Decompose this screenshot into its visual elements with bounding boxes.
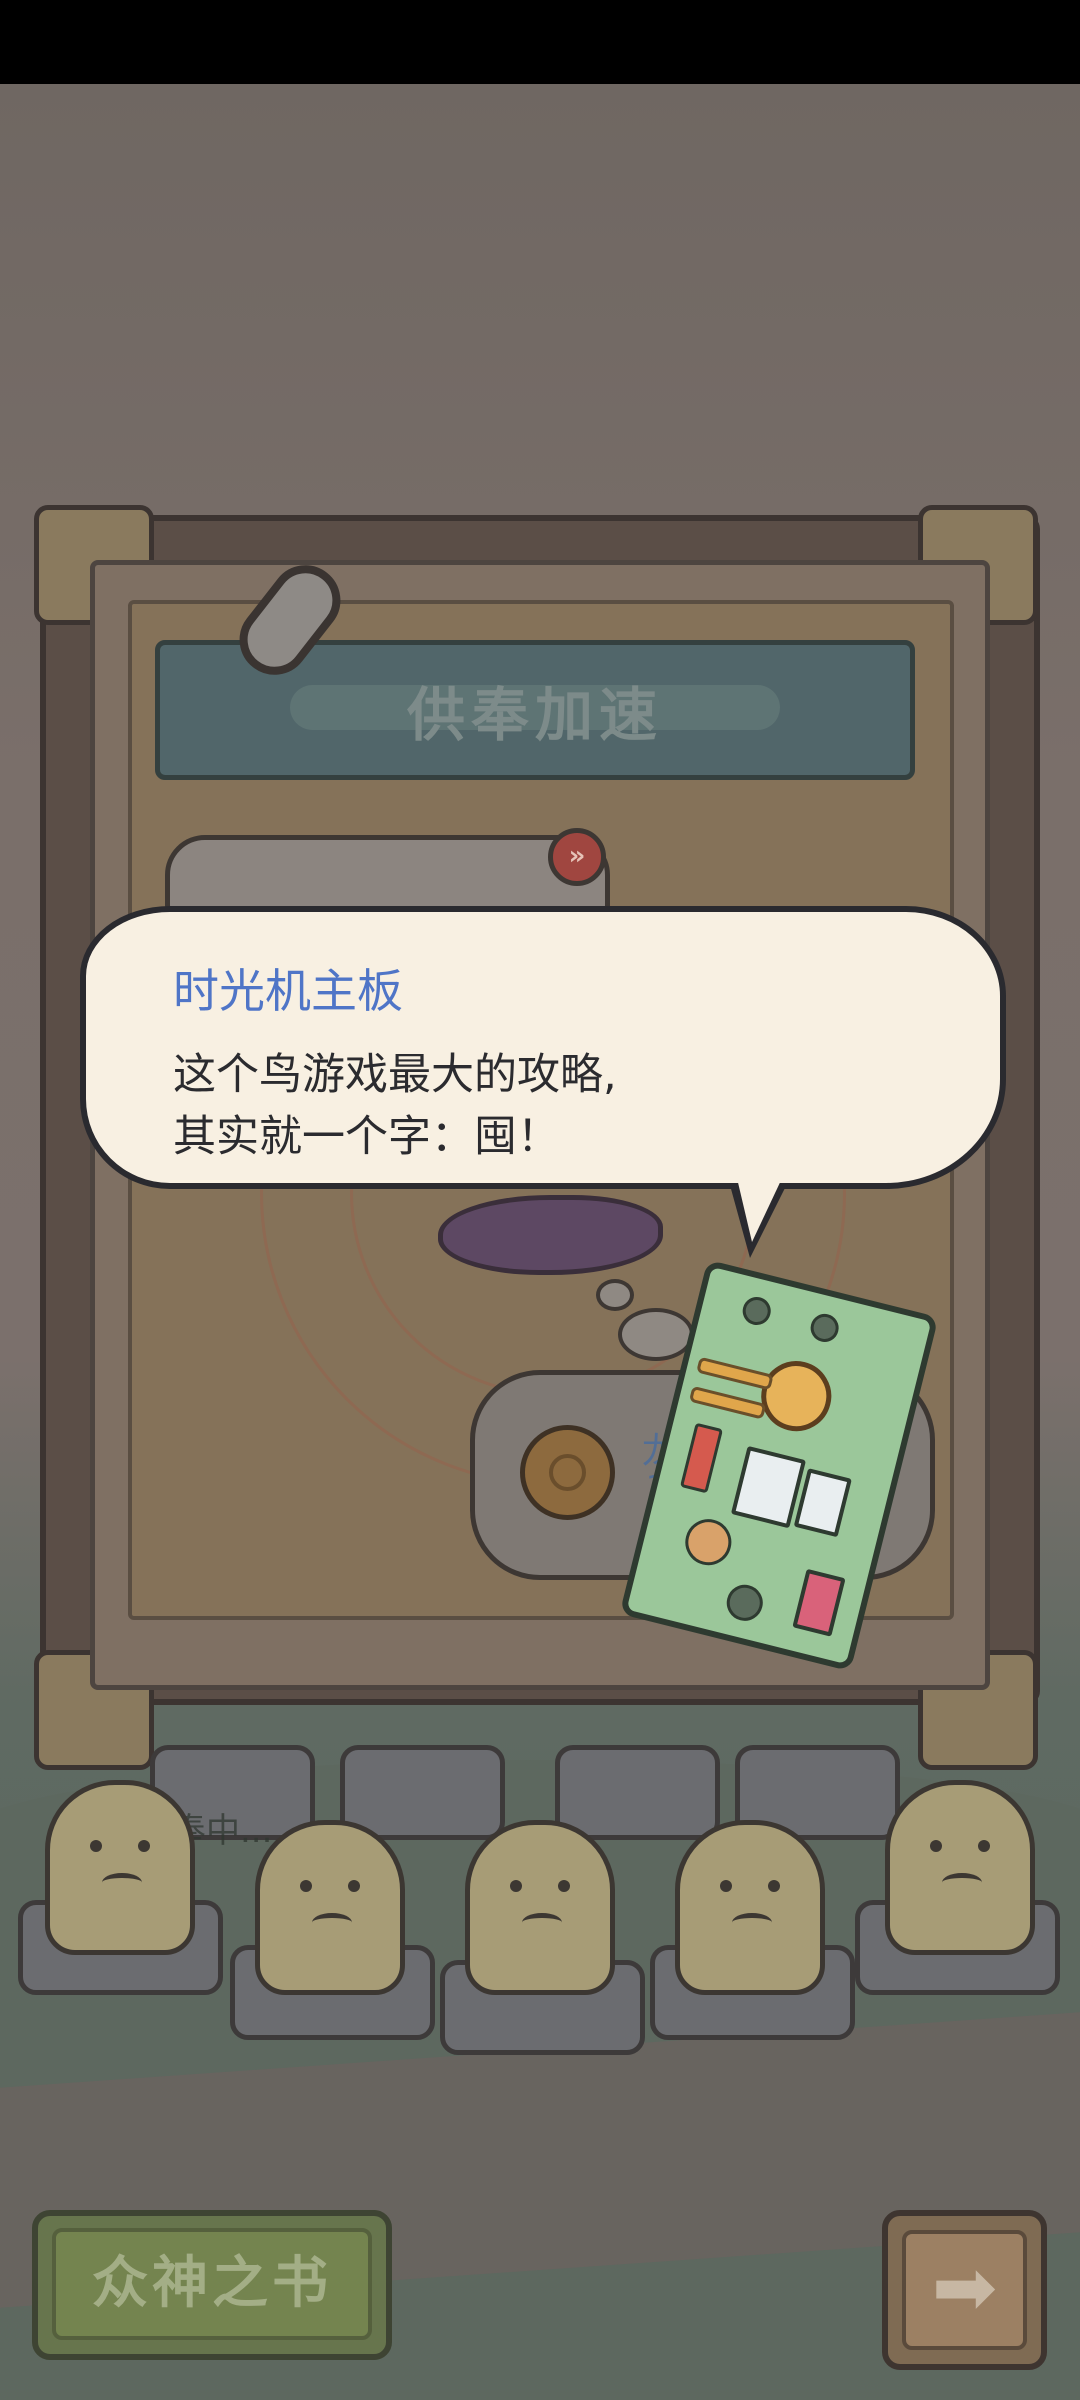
ghost-worshipper[interactable] <box>885 1780 1035 1955</box>
ghost-worshipper[interactable] <box>45 1780 195 1955</box>
ghost-worshipper[interactable] <box>255 1820 405 1995</box>
pcb-capacitor <box>680 1514 737 1571</box>
pcb-knob <box>722 1580 767 1625</box>
dialog-line-2: 其实就一个字：囤！ <box>173 1112 560 1162</box>
pcb-dial <box>753 1353 839 1439</box>
thought-bubble-medium <box>618 1308 694 1361</box>
book-of-gods-label[interactable]: 众神之书 <box>52 2228 372 2340</box>
pcb-chip <box>730 1445 807 1529</box>
thought-bubble-small <box>596 1279 634 1311</box>
pcb-wire <box>688 1385 767 1420</box>
pcb-knob <box>807 1310 842 1345</box>
pedestal <box>555 1745 720 1840</box>
arrow-right-icon[interactable]: ➡ <box>902 2230 1027 2350</box>
pcb-chip <box>792 1568 846 1637</box>
panel-title: 供奉加速 <box>406 681 663 749</box>
speech-bubble-tail-fill <box>736 1174 784 1242</box>
dialog-line-1: 这个鸟游戏最大的攻略, <box>173 1050 617 1100</box>
ghost-worshipper[interactable] <box>465 1820 615 1995</box>
pcb-wire <box>696 1356 774 1391</box>
coin-icon <box>520 1425 615 1520</box>
speaker-name: 时光机主板 <box>173 964 403 1018</box>
purple-offering-item <box>438 1195 663 1275</box>
pcb-chip <box>793 1468 852 1538</box>
ghost-worshipper[interactable] <box>675 1820 825 1995</box>
fast-forward-icon[interactable]: » <box>548 828 606 886</box>
status-bar <box>0 0 1080 84</box>
pcb-resistor <box>679 1422 724 1494</box>
pcb-knob <box>739 1294 774 1328</box>
